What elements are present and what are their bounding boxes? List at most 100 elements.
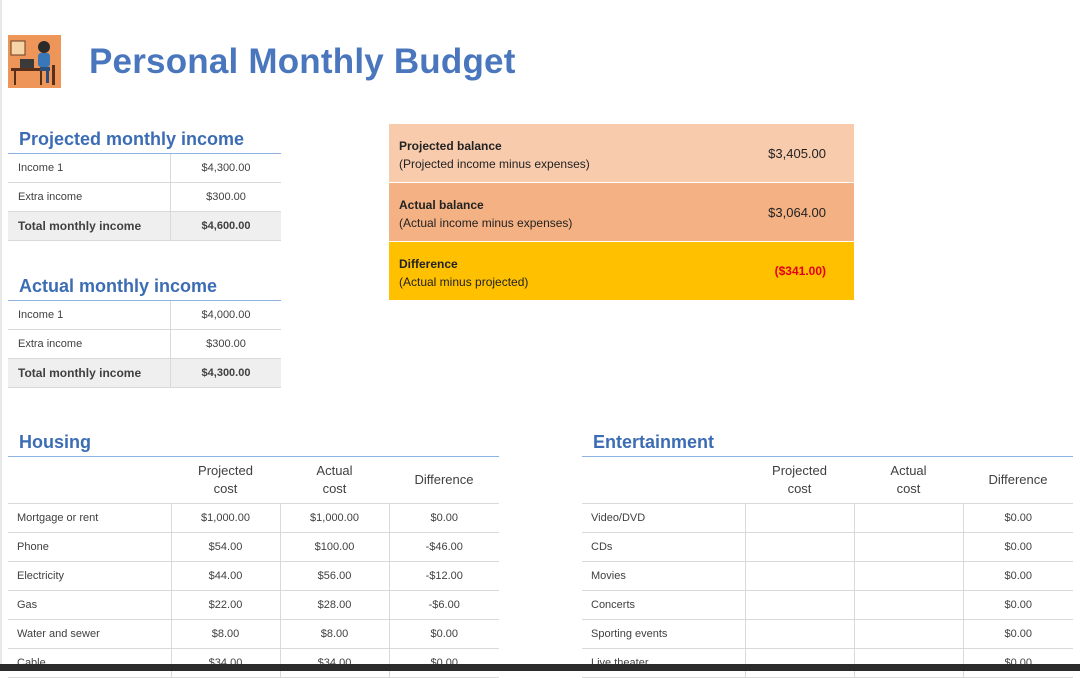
sheet-tab-bar[interactable] [0,664,1080,671]
difference-cell[interactable]: $0.00 [389,619,499,649]
total-row: Total monthly income $4,300.00 [8,358,281,388]
entertainment-title: Entertainment [593,432,715,452]
page-title: Personal Monthly Budget [89,42,516,81]
projected-cell[interactable]: $54.00 [171,532,281,562]
actual-cell[interactable]: $8.00 [280,619,390,649]
difference-cell[interactable]: -$46.00 [389,532,499,562]
total-row: Total monthly income $4,600.00 [8,211,281,241]
table-row: Live theater $0.00 [582,648,1073,678]
balance-value: $3,405.00 [768,146,826,161]
balance-sublabel: (Projected income minus expenses) [399,157,590,171]
actual-cost-header: Actual cost [280,457,389,504]
row-label[interactable]: Mortgage or rent [8,503,172,533]
actual-income-title: Actual monthly income [19,276,218,296]
difference-cell[interactable]: -$12.00 [389,561,499,591]
table-row: CDs $0.00 [582,532,1073,562]
row-label[interactable]: Sporting events [582,619,746,649]
projected-cell[interactable] [745,619,855,649]
actual-cell[interactable] [854,648,964,678]
projected-cell[interactable]: $22.00 [171,590,281,620]
table-row: Gas $22.00 $28.00 -$6.00 [8,590,499,620]
projected-cell[interactable] [745,561,855,591]
difference-box[interactable]: Difference (Actual minus projected) ($341… [389,242,854,300]
difference-cell[interactable]: $0.00 [963,619,1073,649]
table-row: Concerts $0.00 [582,590,1073,620]
projected-cell[interactable] [745,590,855,620]
row-label[interactable]: Income 1 [8,154,171,183]
balance-label: Projected balance [399,139,502,153]
label-header [582,457,745,504]
projected-cell[interactable] [745,648,855,678]
difference-cell[interactable]: $0.00 [963,590,1073,620]
difference-cell[interactable]: $0.00 [963,561,1073,591]
projected-cell[interactable] [745,503,855,533]
actual-cell[interactable]: $100.00 [280,532,390,562]
projected-cell[interactable] [745,532,855,562]
projected-balance-box[interactable]: Projected balance (Projected income minus… [389,124,854,182]
row-label[interactable]: Phone [8,532,172,562]
actual-cell[interactable]: $56.00 [280,561,390,591]
projected-cell[interactable]: $34.00 [171,648,281,678]
row-label[interactable]: Video/DVD [582,503,746,533]
housing-title: Housing [19,432,91,452]
table-row: Cable $34.00 $34.00 $0.00 [8,648,499,678]
table-row: Income 1 $4,000.00 [8,301,281,330]
row-label[interactable]: Income 1 [8,301,171,330]
total-value[interactable]: $4,300.00 [170,358,281,388]
row-label[interactable]: Electricity [8,561,172,591]
balance-sublabel: (Actual income minus expenses) [399,216,573,230]
table-row: Video/DVD $0.00 [582,503,1073,533]
difference-cell[interactable]: $0.00 [389,648,499,678]
projected-cell[interactable]: $8.00 [171,619,281,649]
housing-table: Projected cost Actual cost Difference Mort… [8,457,499,678]
table-row: Extra income $300.00 [8,329,281,359]
difference-cell[interactable]: $0.00 [963,648,1073,678]
table-row: Water and sewer $8.00 $8.00 $0.00 [8,619,499,649]
row-label[interactable]: CDs [582,532,746,562]
actual-balance-box[interactable]: Actual balance (Actual income minus expen… [389,183,854,241]
row-label[interactable]: Extra income [8,182,171,212]
difference-cell[interactable]: $0.00 [963,532,1073,562]
difference-header: Difference [389,457,499,504]
actual-cell[interactable] [854,503,964,533]
row-value[interactable]: $4,300.00 [170,154,281,183]
row-label[interactable]: Extra income [8,329,171,359]
balance-label: Difference [399,257,458,271]
projected-cell[interactable]: $44.00 [171,561,281,591]
actual-cell[interactable] [854,590,964,620]
projected-cost-header: Projected cost [171,457,280,504]
row-label[interactable]: Gas [8,590,172,620]
balance-sublabel: (Actual minus projected) [399,275,529,289]
row-label[interactable]: Concerts [582,590,746,620]
projected-income-table: Income 1 $4,300.00 Extra income $300.00 … [8,154,281,241]
row-label[interactable]: Movies [582,561,746,591]
actual-cell[interactable] [854,561,964,591]
total-label[interactable]: Total monthly income [8,211,171,241]
table-header-row: Projected cost Actual cost Difference [582,457,1073,504]
difference-cell[interactable]: $0.00 [389,503,499,533]
row-label[interactable]: Water and sewer [8,619,172,649]
actual-cell[interactable]: $1,000.00 [280,503,390,533]
row-value[interactable]: $4,000.00 [170,301,281,330]
projected-income-title: Projected monthly income [19,129,245,149]
actual-income-table: Income 1 $4,000.00 Extra income $300.00 … [8,301,281,388]
row-label[interactable]: Cable [8,648,172,678]
table-row: Sporting events $0.00 [582,619,1073,649]
row-value[interactable]: $300.00 [170,329,281,359]
difference-cell[interactable]: $0.00 [963,503,1073,533]
difference-cell[interactable]: -$6.00 [389,590,499,620]
total-value[interactable]: $4,600.00 [170,211,281,241]
entertainment-table: Projected cost Actual cost Difference Vide… [582,457,1073,678]
actual-cell[interactable]: $34.00 [280,648,390,678]
row-label[interactable]: Live theater [582,648,746,678]
table-header-row: Projected cost Actual cost Difference [8,457,499,504]
projected-cell[interactable]: $1,000.00 [171,503,281,533]
row-value[interactable]: $300.00 [170,182,281,212]
budget-logo-image [8,35,61,88]
window-edge [0,0,2,671]
table-row: Income 1 $4,300.00 [8,154,281,183]
total-label[interactable]: Total monthly income [8,358,171,388]
actual-cell[interactable] [854,532,964,562]
actual-cell[interactable] [854,619,964,649]
actual-cell[interactable]: $28.00 [280,590,390,620]
